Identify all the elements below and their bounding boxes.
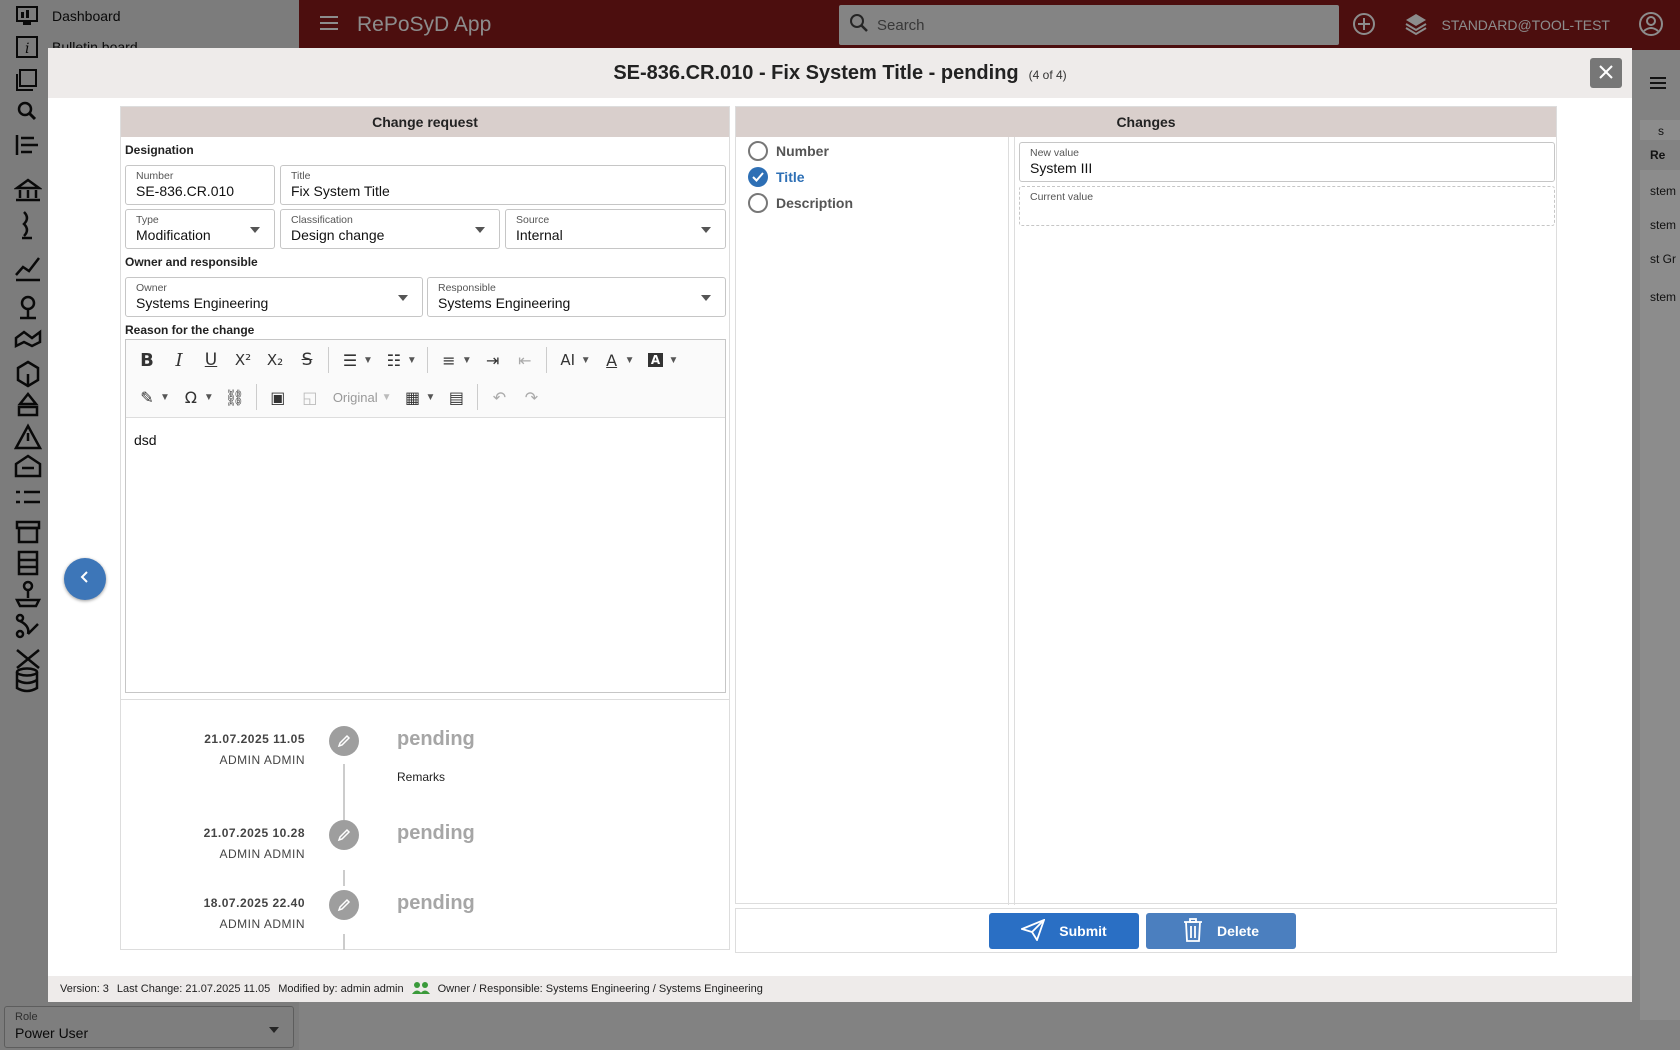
check-circle-icon[interactable] bbox=[748, 167, 768, 187]
version-info: Version: 3 bbox=[60, 983, 109, 995]
change-request-panel: Change request Designation Number SE-836… bbox=[120, 106, 730, 950]
superscript-icon[interactable]: X² bbox=[228, 345, 258, 375]
send-icon bbox=[1019, 917, 1046, 944]
close-icon bbox=[1599, 62, 1613, 85]
dialog-actions: Submit Delete bbox=[735, 908, 1557, 953]
undo-icon[interactable]: ↶ bbox=[484, 382, 514, 412]
outdent-icon[interactable]: ⇤ bbox=[510, 345, 540, 375]
pencil-icon bbox=[329, 890, 359, 920]
type-select[interactable]: Type Modification bbox=[125, 209, 275, 249]
change-request-dialog: SE-836.CR.010 - Fix System Title - pendi… bbox=[48, 48, 1632, 1002]
chevron-down-icon bbox=[398, 295, 408, 301]
chevron-down-icon[interactable]: ▼ bbox=[204, 392, 214, 403]
insert-image-icon[interactable]: ▣ bbox=[263, 382, 293, 412]
new-value-field[interactable]: New value System III bbox=[1019, 142, 1555, 182]
source-select[interactable]: Source Internal bbox=[505, 209, 726, 249]
dialog-footer: Version: 3 Last Change: 21.07.2025 11.05… bbox=[48, 976, 1632, 1002]
chevron-down-icon bbox=[701, 227, 711, 233]
editor-content-area[interactable]: dsd bbox=[126, 418, 725, 462]
classification-select[interactable]: Classification Design change bbox=[280, 209, 500, 249]
dialog-title: SE-836.CR.010 - Fix System Title - pendi… bbox=[613, 61, 1019, 84]
chevron-down-icon bbox=[701, 295, 711, 301]
panel-heading: Changes bbox=[736, 107, 1556, 137]
chevron-down-icon bbox=[250, 227, 260, 233]
last-change-info: Last Change: 21.07.2025 11.05 bbox=[116, 983, 271, 995]
trash-icon bbox=[1183, 917, 1203, 945]
chevron-down-icon[interactable]: ▼ bbox=[407, 355, 417, 366]
font-color-icon[interactable]: A bbox=[597, 345, 627, 375]
dialog-body: Change request Designation Number SE-836… bbox=[48, 98, 1632, 970]
chevron-left-icon bbox=[79, 570, 91, 588]
change-values: New value System III Current value bbox=[1014, 137, 1558, 905]
chevron-down-icon bbox=[475, 227, 485, 233]
reason-rich-text-editor: B I U X² X₂ S ☰ ▼ ☷ ▼ ≡ ▼ ⇥ ⇤ AI ▼ A ▼ A… bbox=[125, 339, 726, 693]
title-field[interactable]: Title Fix System Title bbox=[280, 165, 726, 205]
chevron-down-icon[interactable]: ▼ bbox=[462, 355, 472, 366]
insert-table-icon[interactable]: ▦ bbox=[398, 382, 428, 412]
choice-number[interactable]: Number bbox=[748, 141, 829, 161]
font-size-icon[interactable]: AI bbox=[553, 345, 583, 375]
group-icon bbox=[411, 981, 430, 998]
changes-panel: Changes Number Title Description New val… bbox=[735, 106, 1558, 905]
owner-responsible-info: Owner / Responsible: Systems Engineering… bbox=[437, 983, 763, 995]
dialog-header: SE-836.CR.010 - Fix System Title - pendi… bbox=[48, 48, 1632, 98]
choice-description[interactable]: Description bbox=[748, 193, 853, 213]
owner-select[interactable]: Owner Systems Engineering bbox=[125, 277, 423, 317]
subscript-icon[interactable]: X₂ bbox=[260, 345, 290, 375]
pencil-icon bbox=[329, 726, 359, 756]
image-resize-icon[interactable]: ◱ bbox=[295, 382, 325, 412]
record-counter: (4 of 4) bbox=[1028, 68, 1067, 82]
redo-icon[interactable]: ↷ bbox=[516, 382, 546, 412]
indent-icon[interactable]: ⇥ bbox=[478, 345, 508, 375]
numbered-list-icon[interactable]: ☷ bbox=[379, 345, 409, 375]
page-break-icon[interactable]: ▤ bbox=[441, 382, 471, 412]
chevron-down-icon[interactable]: ▼ bbox=[160, 392, 170, 403]
delete-button[interactable]: Delete bbox=[1146, 913, 1296, 949]
link-icon[interactable]: ⛓ bbox=[220, 382, 250, 412]
special-characters-icon[interactable]: Ω bbox=[176, 382, 206, 412]
chevron-down-icon[interactable]: ▼ bbox=[581, 355, 591, 366]
modified-by-info: Modified by: admin admin bbox=[278, 983, 404, 995]
chevron-down-icon[interactable]: ▼ bbox=[363, 355, 373, 366]
choice-title[interactable]: Title bbox=[748, 167, 805, 187]
align-left-icon[interactable]: ≡ bbox=[434, 345, 464, 375]
italic-icon[interactable]: I bbox=[164, 345, 194, 375]
radio-unchecked[interactable] bbox=[748, 141, 768, 161]
highlight-icon[interactable]: ✎ bbox=[132, 382, 162, 412]
chevron-down-icon[interactable]: ▼ bbox=[669, 355, 679, 366]
current-value-field: Current value bbox=[1019, 186, 1555, 226]
designation-label: Designation bbox=[125, 143, 194, 157]
radio-unchecked[interactable] bbox=[748, 193, 768, 213]
chevron-down-icon[interactable]: ▼ bbox=[625, 355, 635, 366]
responsible-select[interactable]: Responsible Systems Engineering bbox=[427, 277, 726, 317]
submit-button[interactable]: Submit bbox=[989, 913, 1139, 949]
background-color-icon[interactable]: A bbox=[641, 345, 671, 375]
bulleted-list-icon[interactable]: ☰ bbox=[335, 345, 365, 375]
editor-toolbar: B I U X² X₂ S ☰ ▼ ☷ ▼ ≡ ▼ ⇥ ⇤ AI ▼ A ▼ A… bbox=[126, 340, 725, 418]
close-button[interactable] bbox=[1590, 58, 1622, 88]
strikethrough-icon[interactable]: S bbox=[292, 345, 322, 375]
reason-label: Reason for the change bbox=[125, 323, 255, 337]
previous-record-button[interactable] bbox=[64, 558, 106, 600]
change-field-choices: Number Title Description bbox=[736, 137, 1009, 905]
pencil-icon bbox=[329, 820, 359, 850]
chevron-down-icon[interactable]: ▼ bbox=[426, 392, 436, 403]
status-history: 21.07.2025 11.05 ADMIN ADMIN pending Rem… bbox=[121, 699, 729, 951]
owner-section-label: Owner and responsible bbox=[125, 255, 258, 269]
bold-icon[interactable]: B bbox=[132, 345, 162, 375]
chevron-down-icon[interactable]: ▼ bbox=[382, 392, 392, 403]
underline-icon[interactable]: U bbox=[196, 345, 226, 375]
number-field[interactable]: Number SE-836.CR.010 bbox=[125, 165, 275, 205]
panel-heading: Change request bbox=[121, 107, 729, 137]
image-size-select[interactable]: Original bbox=[333, 390, 378, 405]
